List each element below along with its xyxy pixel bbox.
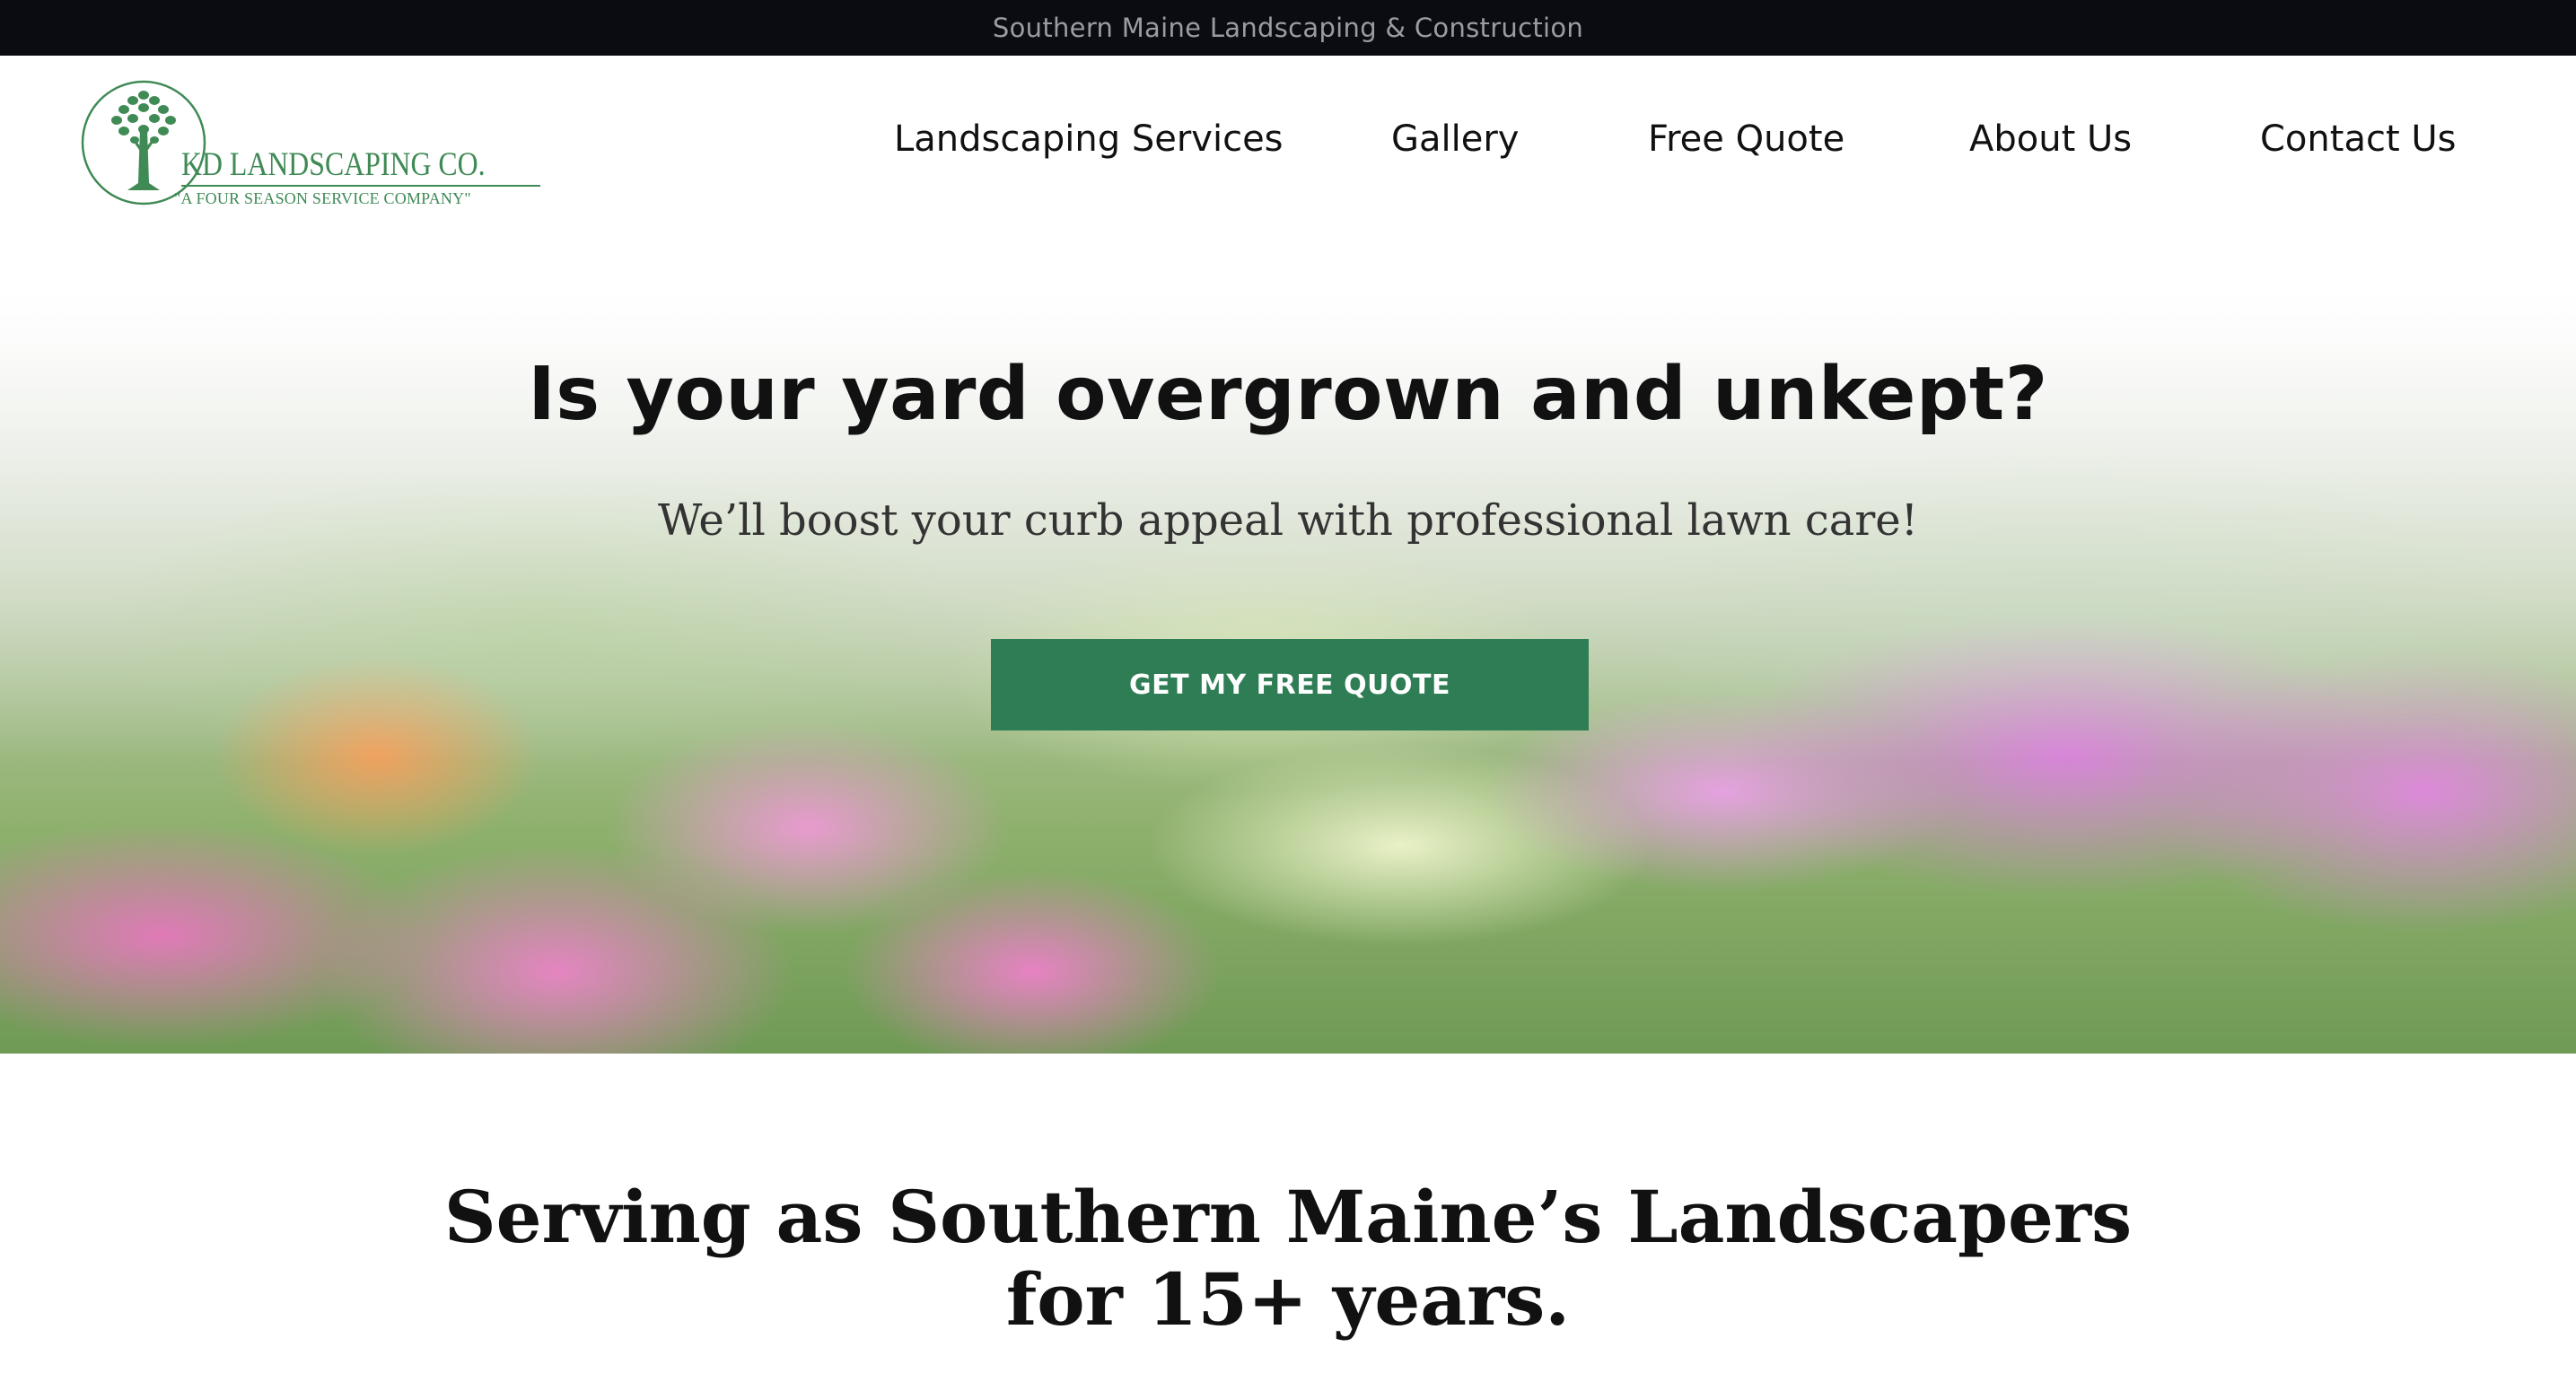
hero-banner: Is your yard overgrown and unkept? We’ll…: [0, 289, 2576, 1054]
brand-tagline: "A FOUR SEASON SERVICE COMPANY": [174, 189, 471, 207]
nav-item-landscaping-services[interactable]: Landscaping Services: [894, 118, 1284, 160]
main-nav: Landscaping Services Gallery Free Quote …: [0, 118, 2576, 181]
brand-underline: [181, 185, 540, 187]
nav-item-about-us[interactable]: About Us: [1969, 118, 2132, 160]
nav-item-gallery[interactable]: Gallery: [1391, 118, 1519, 160]
section-heading: Serving as Southern Maine’s Landscapers …: [0, 1176, 2576, 1341]
nav-item-contact-us[interactable]: Contact Us: [2260, 118, 2456, 160]
nav-item-free-quote[interactable]: Free Quote: [1648, 118, 1844, 160]
hero-subtitle: We’ll boost your curb appeal with profes…: [658, 495, 1918, 546]
top-announcement-bar: Southern Maine Landscaping & Constructio…: [0, 0, 2576, 56]
section-heading-line-2: for 15+ years.: [1005, 1257, 1571, 1342]
get-free-quote-button[interactable]: GET MY FREE QUOTE: [991, 639, 1589, 730]
top-bar-text: Southern Maine Landscaping & Constructio…: [992, 13, 1584, 43]
hero-title: Is your yard overgrown and unkept?: [528, 352, 2048, 437]
section-heading-line-1: Serving as Southern Maine’s Landscapers: [443, 1175, 2133, 1259]
site-header: KD LANDSCAPING CO. "A FOUR SEASON SERVIC…: [0, 56, 2576, 289]
